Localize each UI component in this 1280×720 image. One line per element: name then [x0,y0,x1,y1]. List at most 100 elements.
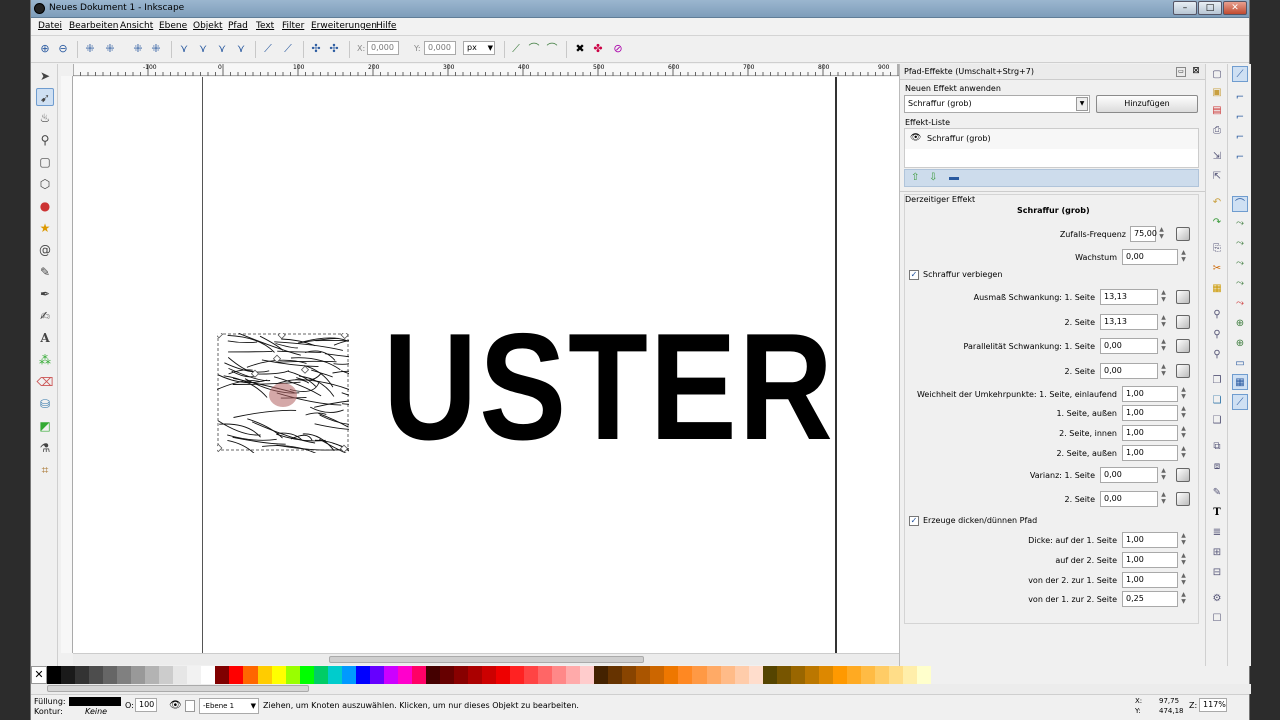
zoom-tool-icon[interactable]: ⚲ [36,131,54,149]
panel-float-icon[interactable]: ▭ [1176,67,1186,77]
menu-text[interactable]: Text [256,21,274,31]
menu-erweiterungen[interactable]: Erweiterungen [311,21,377,31]
color-swatch[interactable] [650,666,665,684]
color-swatch[interactable] [552,666,567,684]
redo-icon[interactable]: ↷ [1210,216,1224,230]
zoom-input[interactable]: 117% [1199,698,1227,712]
spin-arrows-icon[interactable]: ▲ ▼ [1178,572,1189,588]
spin-arrows-icon[interactable]: ▲ ▼ [1178,249,1189,265]
preferences-icon[interactable]: ⚙ [1210,592,1224,606]
param-spinbox[interactable]: 13,13 ▲ ▼ [1100,314,1166,330]
menu-datei[interactable]: Datei [38,21,62,31]
snap-center-icon[interactable]: ⊕ [1232,316,1248,332]
no-paint-swatch[interactable]: ✕ [31,666,48,684]
spin-arrows-icon[interactable]: ▲ ▼ [1178,405,1189,421]
open-icon[interactable]: ▣ [1210,86,1224,100]
join-segment-icon[interactable]: ⁜ [131,42,145,56]
symmetric-node-icon[interactable]: ⋎ [215,42,229,56]
remove-effect-icon[interactable] [949,177,959,180]
color-swatch[interactable] [229,666,244,684]
layer-select[interactable]: -Ebene 1 ▼ [199,698,259,714]
add-effect-button[interactable]: Hinzufügen [1096,95,1198,113]
duplicate-icon[interactable]: ❐ [1210,374,1224,388]
maximize-button[interactable]: □ [1198,1,1222,15]
spin-arrows-icon[interactable]: ▲ ▼ [1158,289,1169,305]
menu-pfad[interactable]: Pfad [228,21,248,31]
color-swatch[interactable] [790,666,805,684]
color-swatch[interactable] [636,666,651,684]
insert-node-icon[interactable]: ⊕ [38,42,52,56]
color-swatch[interactable] [47,666,62,684]
y-coord-input[interactable]: 0,000 [424,41,456,55]
randomize-dice-icon[interactable] [1176,492,1190,506]
color-swatch[interactable] [369,666,384,684]
new-document-icon[interactable]: ▢ [1210,68,1224,82]
spiral-tool-icon[interactable]: @ [36,241,54,259]
show-bezier-handles-icon[interactable]: ✤ [591,42,605,56]
color-swatch[interactable] [538,666,553,684]
join-nodes-icon[interactable]: ⁜ [83,42,97,56]
color-swatch[interactable] [566,666,581,684]
x-coord-input[interactable]: 0,000 [367,41,399,55]
menu-objekt[interactable]: Objekt [193,21,223,31]
color-swatch[interactable] [89,666,104,684]
box3d-tool-icon[interactable]: ⬡ [36,175,54,193]
smooth-node-icon[interactable]: ⋎ [196,42,210,56]
show-transform-handles-icon[interactable]: ✖ [573,42,587,56]
param-spinbox[interactable]: 75,00 ▲ ▼ [1130,226,1164,242]
cusp-node-icon[interactable]: ⋎ [177,42,191,56]
spin-arrows-icon[interactable]: ▲ ▼ [1156,226,1167,242]
pen-tool-icon[interactable]: ✒ [36,285,54,303]
color-swatch[interactable] [215,666,230,684]
menu-ebene[interactable]: Ebene [159,21,187,31]
xml-editor-icon[interactable]: ⊞ [1210,546,1224,560]
menu-ansicht[interactable]: Ansicht [120,21,153,31]
color-swatch[interactable] [678,666,693,684]
zoom-page-icon[interactable]: ⚲ [1210,348,1224,362]
layer-visibility-icon[interactable]: 👁 [169,700,182,712]
color-swatch[interactable] [327,666,342,684]
color-swatch[interactable] [846,666,861,684]
param-spinbox[interactable]: 1,00 ▲ ▼ [1122,386,1186,402]
palette-scroll-thumb[interactable] [47,685,309,692]
spin-arrows-icon[interactable]: ▲ ▼ [1158,363,1169,379]
edit-mask-icon[interactable]: ⌒ [545,42,559,56]
color-swatch[interactable] [608,666,623,684]
break-path-icon[interactable]: ⁜ [103,42,117,56]
save-icon[interactable]: ▤ [1210,104,1224,118]
randomize-dice-icon[interactable] [1176,339,1190,353]
param-spinbox[interactable]: 1,00 ▲ ▼ [1122,445,1186,461]
zoom-selection-icon[interactable]: ⚲ [1210,308,1224,322]
color-swatch[interactable] [524,666,539,684]
color-swatch[interactable] [622,666,637,684]
undo-icon[interactable]: ↶ [1210,196,1224,210]
spray-tool-icon[interactable]: ⁂ [36,351,54,369]
spin-arrows-icon[interactable]: ▲ ▼ [1158,314,1169,330]
color-swatch[interactable] [510,666,525,684]
print-icon[interactable]: ⎙ [1210,124,1224,138]
color-swatch[interactable] [748,666,763,684]
color-swatch[interactable] [61,666,76,684]
import-icon[interactable]: ⇲ [1210,150,1224,164]
color-swatch[interactable] [145,666,160,684]
layers-icon[interactable]: ≣ [1210,526,1224,540]
export-icon[interactable]: ⇱ [1210,170,1224,184]
color-swatch[interactable] [832,666,847,684]
star-tool-icon[interactable]: ★ [36,219,54,237]
move-up-icon[interactable]: ⇧ [911,172,919,183]
palette-scrollbar[interactable] [31,684,1251,694]
select-tool-icon[interactable]: ➤ [36,67,54,85]
color-swatch[interactable] [397,666,412,684]
color-swatch[interactable] [201,666,216,684]
param-spinbox[interactable]: 1,00 ▲ ▼ [1122,425,1186,441]
color-swatch[interactable] [692,666,707,684]
ungroup-icon[interactable]: ⧈ [1210,460,1224,474]
color-swatch[interactable] [257,666,272,684]
color-swatch[interactable] [818,666,833,684]
gradient-tool-icon[interactable]: ◩ [36,417,54,435]
snap-toggle-icon[interactable]: ⟋ [1232,66,1248,82]
snap-page-border-icon[interactable]: ▭ [1232,356,1248,372]
next-path-effect-param-icon[interactable]: ⟋ [509,42,523,56]
unlink-clone-icon[interactable]: ❑ [1210,414,1224,428]
color-swatch[interactable] [664,666,679,684]
